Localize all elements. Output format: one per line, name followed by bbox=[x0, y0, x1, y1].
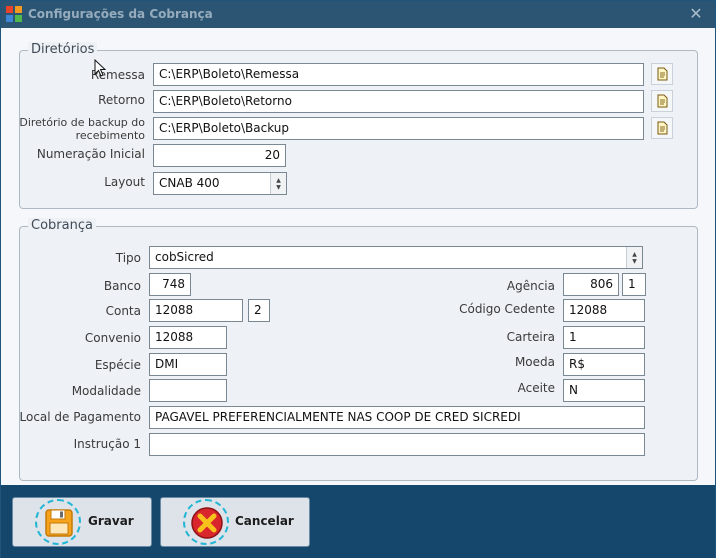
agencia-label: Agência bbox=[506, 279, 555, 293]
local-pagamento-field[interactable]: PAGAVEL PREFERENCIALMENTE NAS COOP DE CR… bbox=[149, 406, 645, 429]
layout-select[interactable]: CNAB 400 ▲ ▼ bbox=[153, 172, 287, 195]
retorno-browse-button[interactable] bbox=[651, 90, 673, 112]
aceite-label: Aceite bbox=[517, 381, 555, 395]
backup-label-line2: recebimento bbox=[75, 129, 145, 142]
moeda-label: Moeda bbox=[514, 355, 555, 369]
tipo-select[interactable]: cobSicred ▲ ▼ bbox=[149, 246, 643, 269]
cancelar-button[interactable]: Cancelar bbox=[160, 497, 310, 547]
conta-label: Conta bbox=[105, 304, 141, 318]
close-button[interactable]: ✕ bbox=[686, 4, 706, 24]
remessa-field[interactable]: C:\ERP\Boleto\Remessa bbox=[153, 63, 644, 86]
tipo-value: cobSicred bbox=[155, 250, 214, 264]
local-pagamento-label: Local de Pagamento bbox=[19, 410, 141, 424]
app-icon bbox=[6, 6, 22, 22]
convenio-field[interactable]: 12088 bbox=[149, 326, 227, 349]
layout-spin-icon[interactable]: ▲ ▼ bbox=[270, 173, 286, 194]
convenio-label: Convenio bbox=[84, 331, 141, 345]
carteira-label: Carteira bbox=[506, 330, 555, 344]
banco-label: Banco bbox=[103, 279, 141, 293]
floppy-disk-icon bbox=[45, 509, 73, 537]
close-icon: ✕ bbox=[689, 4, 703, 23]
footer-bar: Gravar Cancelar bbox=[1, 485, 715, 558]
modalidade-field[interactable] bbox=[149, 379, 227, 402]
backup-browse-button[interactable] bbox=[651, 117, 673, 139]
form-body: Diretórios Remessa C:\ERP\Boleto\Remessa… bbox=[1, 28, 715, 485]
settings-window: Configurações da Cobrança ✕ Diretórios R… bbox=[0, 0, 716, 558]
window-title: Configurações da Cobrança bbox=[28, 7, 213, 21]
instrucao-label: Instrução 1 bbox=[73, 437, 141, 451]
backup-field[interactable]: C:\ERP\Boleto\Backup bbox=[153, 117, 644, 140]
cobranca-title: Cobrança bbox=[28, 218, 96, 233]
tipo-label: Tipo bbox=[115, 251, 141, 265]
tipo-spin-icon[interactable]: ▲ ▼ bbox=[626, 247, 642, 268]
gravar-label: Gravar bbox=[88, 514, 134, 528]
moeda-field[interactable]: R$ bbox=[563, 353, 645, 376]
cancelar-label: Cancelar bbox=[235, 514, 294, 528]
conta-field[interactable]: 12088 bbox=[149, 299, 243, 322]
instrucao-field[interactable] bbox=[149, 433, 645, 456]
layout-label: Layout bbox=[104, 175, 145, 189]
folder-browse-icon bbox=[657, 121, 668, 135]
cedente-label: Código Cedente bbox=[459, 302, 555, 316]
banco-field[interactable]: 748 bbox=[149, 273, 191, 296]
conta-digito-field[interactable]: 2 bbox=[248, 299, 270, 322]
layout-value: CNAB 400 bbox=[159, 176, 220, 190]
title-bar[interactable]: Configurações da Cobrança ✕ bbox=[1, 1, 715, 28]
especie-label: Espécie bbox=[94, 358, 141, 372]
retorno-field[interactable]: C:\ERP\Boleto\Retorno bbox=[153, 90, 644, 113]
especie-field[interactable]: DMI bbox=[149, 353, 227, 376]
agencia-field[interactable]: 806 bbox=[563, 273, 619, 296]
cancel-x-icon bbox=[191, 507, 223, 539]
modalidade-label: Modalidade bbox=[71, 384, 141, 398]
retorno-label: Retorno bbox=[98, 93, 145, 107]
remessa-browse-button[interactable] bbox=[651, 63, 673, 85]
cedente-field[interactable]: 12088 bbox=[563, 299, 645, 322]
carteira-field[interactable]: 1 bbox=[563, 326, 645, 349]
diretorios-group: Diretórios Remessa C:\ERP\Boleto\Remessa… bbox=[19, 42, 698, 209]
aceite-field[interactable]: N bbox=[563, 379, 645, 402]
cobranca-group: Cobrança Tipo cobSicred ▲ ▼ Banco 748 Agê… bbox=[19, 218, 698, 481]
numeracao-label: Numeração Inicial bbox=[36, 147, 145, 161]
agencia-digito-field[interactable]: 1 bbox=[622, 273, 646, 296]
gravar-button[interactable]: Gravar bbox=[12, 497, 152, 547]
diretorios-title: Diretórios bbox=[28, 42, 98, 57]
numeracao-field[interactable]: 20 bbox=[153, 144, 286, 167]
folder-browse-icon bbox=[657, 67, 668, 81]
mouse-cursor-icon bbox=[94, 59, 106, 77]
backup-label-line1: Diretório de backup do bbox=[19, 116, 145, 129]
folder-browse-icon bbox=[657, 94, 668, 108]
